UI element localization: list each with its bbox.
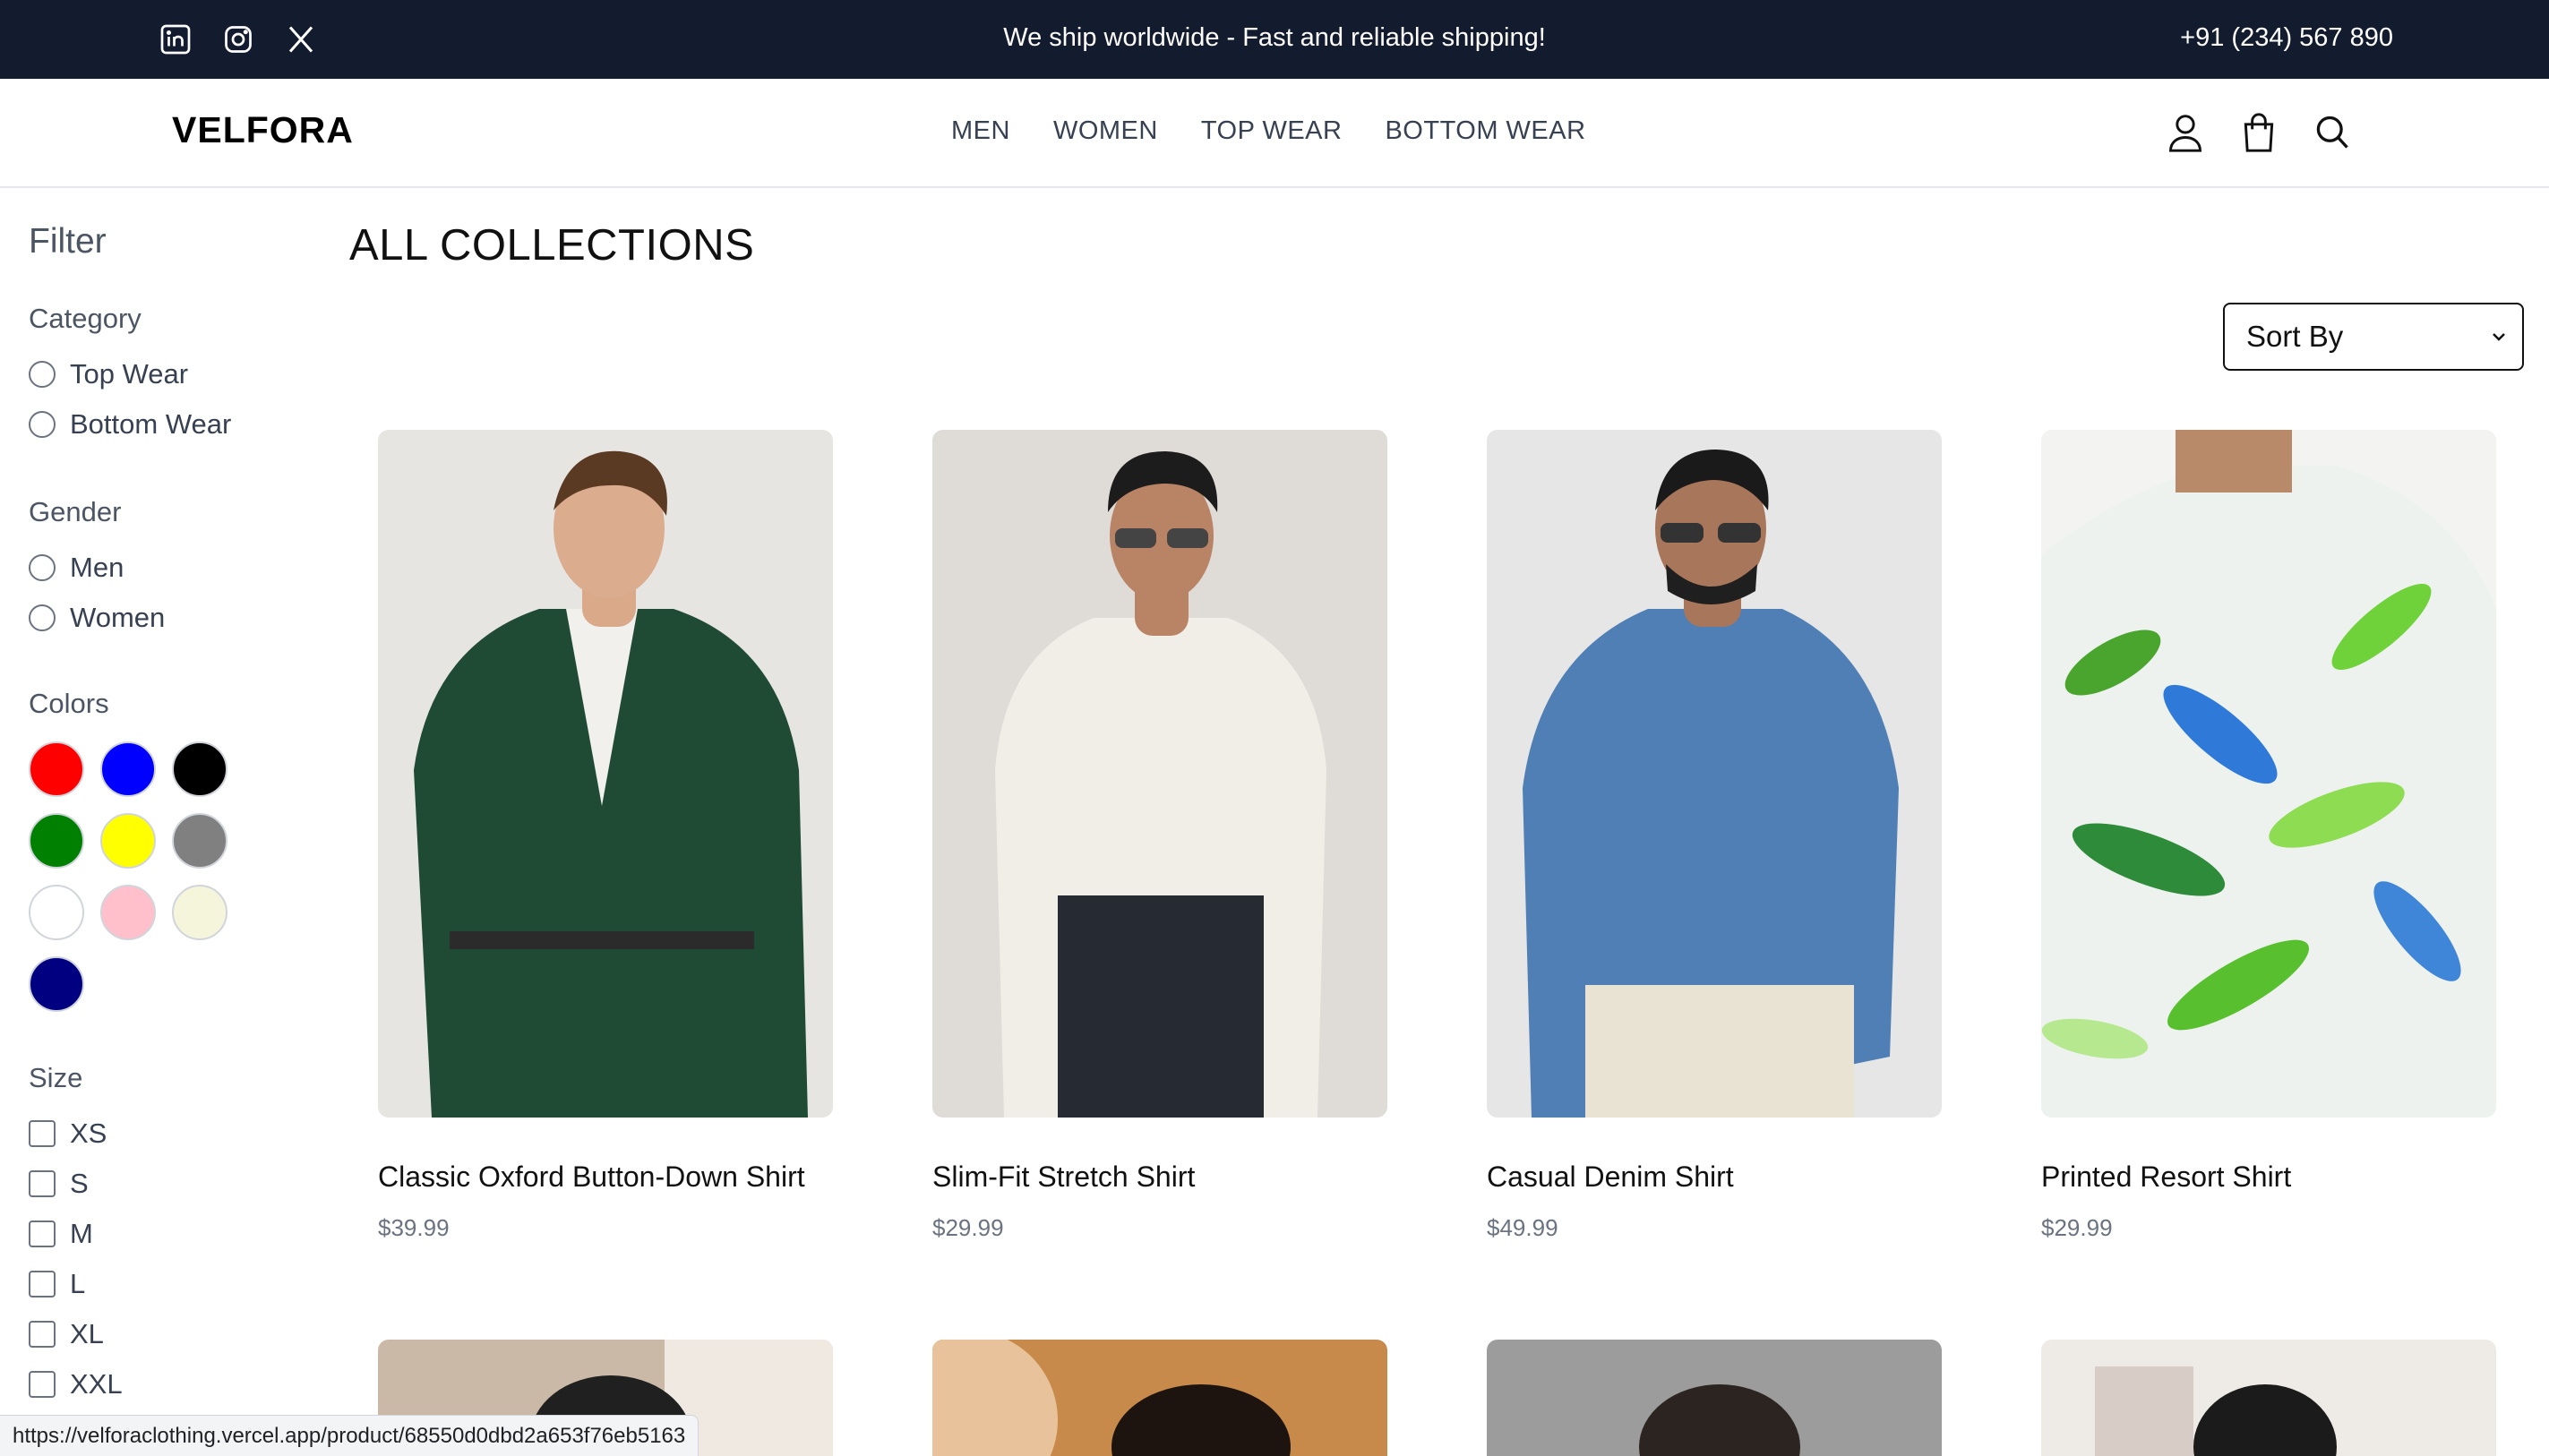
option-label: M — [70, 1218, 93, 1249]
product-card[interactable] — [1487, 1340, 1942, 1456]
product-card[interactable]: Casual Denim Shirt $49.99 — [1487, 430, 1942, 1241]
product-price: $29.99 — [2041, 1214, 2113, 1241]
option-label: XS — [70, 1118, 107, 1149]
color-swatch-navy[interactable] — [29, 956, 84, 1012]
gender-option-men[interactable]: Men — [29, 552, 124, 584]
shopping-bag-icon[interactable] — [2239, 111, 2279, 154]
phone-number: +91 (234) 567 890 — [2180, 23, 2393, 52]
checkbox[interactable] — [29, 1271, 56, 1298]
size-option-l[interactable]: L — [29, 1268, 85, 1300]
category-option-bottom-wear[interactable]: Bottom Wear — [29, 408, 231, 441]
category-option-top-wear[interactable]: Top Wear — [29, 358, 188, 390]
user-icon[interactable] — [2166, 111, 2205, 154]
option-label: S — [70, 1168, 89, 1199]
product-card[interactable]: Classic Oxford Button-Down Shirt $39.99 — [378, 430, 833, 1241]
size-option-xs[interactable]: XS — [29, 1118, 107, 1150]
gender-option-women[interactable]: Women — [29, 602, 165, 634]
main-navigation: VELFORA MEN WOMEN TOP WEAR BOTTOM WEAR — [0, 79, 2549, 188]
product-card[interactable]: Printed Resort Shirt $29.99 — [2041, 430, 2496, 1241]
search-icon[interactable] — [2313, 111, 2352, 154]
nav-links: MEN WOMEN TOP WEAR BOTTOM WEAR — [951, 116, 1586, 146]
color-swatch-gray[interactable] — [172, 813, 227, 869]
checkbox[interactable] — [29, 1120, 56, 1147]
checkbox[interactable] — [29, 1170, 56, 1197]
nav-link-bottom-wear[interactable]: BOTTOM WEAR — [1385, 116, 1585, 146]
product-card[interactable]: Slim-Fit Stretch Shirt $29.99 — [932, 430, 1387, 1241]
sort-select-label: Sort By — [2246, 320, 2344, 353]
color-swatch-black[interactable] — [172, 741, 227, 797]
product-image[interactable] — [932, 1340, 1387, 1456]
nav-link-women[interactable]: WOMEN — [1053, 116, 1158, 146]
sort-select[interactable]: Sort By — [2223, 303, 2524, 371]
color-swatch-blue[interactable] — [100, 741, 156, 797]
nav-link-top-wear[interactable]: TOP WEAR — [1201, 116, 1343, 146]
checkbox[interactable] — [29, 1321, 56, 1348]
product-price: $29.99 — [932, 1214, 1004, 1241]
product-name[interactable]: Casual Denim Shirt — [1487, 1161, 1734, 1194]
product-card[interactable] — [2041, 1340, 2496, 1456]
product-image[interactable] — [932, 430, 1387, 1118]
product-name[interactable]: Printed Resort Shirt — [2041, 1161, 2291, 1194]
option-label: Men — [70, 552, 124, 583]
product-name[interactable]: Classic Oxford Button-Down Shirt — [378, 1161, 805, 1194]
product-card[interactable] — [932, 1340, 1387, 1456]
shipping-announcement: We ship worldwide - Fast and reliable sh… — [1003, 23, 1546, 52]
option-label: XXL — [70, 1368, 123, 1400]
product-image[interactable] — [378, 430, 833, 1118]
product-name[interactable]: Slim-Fit Stretch Shirt — [932, 1161, 1195, 1194]
color-swatch-white[interactable] — [29, 885, 84, 940]
nav-icons — [2166, 111, 2352, 154]
category-label: Category — [29, 303, 142, 334]
radio-button[interactable] — [29, 361, 56, 388]
browser-status-url: https://velforaclothing.vercel.app/produ… — [0, 1415, 699, 1456]
site-logo[interactable]: VELFORA — [172, 109, 354, 151]
size-option-xl[interactable]: XL — [29, 1318, 104, 1350]
color-swatch-yellow[interactable] — [100, 813, 156, 869]
size-label: Size — [29, 1062, 83, 1093]
product-image[interactable] — [1487, 430, 1942, 1118]
announcement-bar: We ship worldwide - Fast and reliable sh… — [0, 0, 2549, 79]
checkbox[interactable] — [29, 1220, 56, 1247]
filter-title: Filter — [29, 222, 107, 261]
radio-button[interactable] — [29, 554, 56, 581]
product-image[interactable] — [2041, 430, 2496, 1118]
size-option-xxl[interactable]: XXL — [29, 1368, 123, 1400]
radio-button[interactable] — [29, 411, 56, 438]
option-label: XL — [70, 1318, 104, 1349]
page-title: ALL COLLECTIONS — [349, 221, 755, 270]
product-image[interactable] — [2041, 1340, 2496, 1456]
chevron-down-icon — [2493, 333, 2505, 341]
checkbox[interactable] — [29, 1371, 56, 1398]
option-label: L — [70, 1268, 86, 1299]
option-label: Top Wear — [70, 358, 189, 390]
radio-button[interactable] — [29, 604, 56, 631]
color-swatch-red[interactable] — [29, 741, 84, 797]
gender-label: Gender — [29, 496, 122, 527]
colors-label: Colors — [29, 688, 109, 719]
product-image[interactable] — [1487, 1340, 1942, 1456]
color-swatch-green[interactable] — [29, 813, 84, 869]
color-swatch-beige[interactable] — [172, 885, 227, 940]
color-swatch-pink[interactable] — [100, 885, 156, 940]
size-option-s[interactable]: S — [29, 1168, 89, 1200]
nav-link-men[interactable]: MEN — [951, 116, 1010, 146]
size-option-m[interactable]: M — [29, 1218, 93, 1250]
option-label: Women — [70, 602, 166, 633]
option-label: Bottom Wear — [70, 408, 232, 440]
product-price: $39.99 — [378, 1214, 450, 1241]
product-price: $49.99 — [1487, 1214, 1558, 1241]
